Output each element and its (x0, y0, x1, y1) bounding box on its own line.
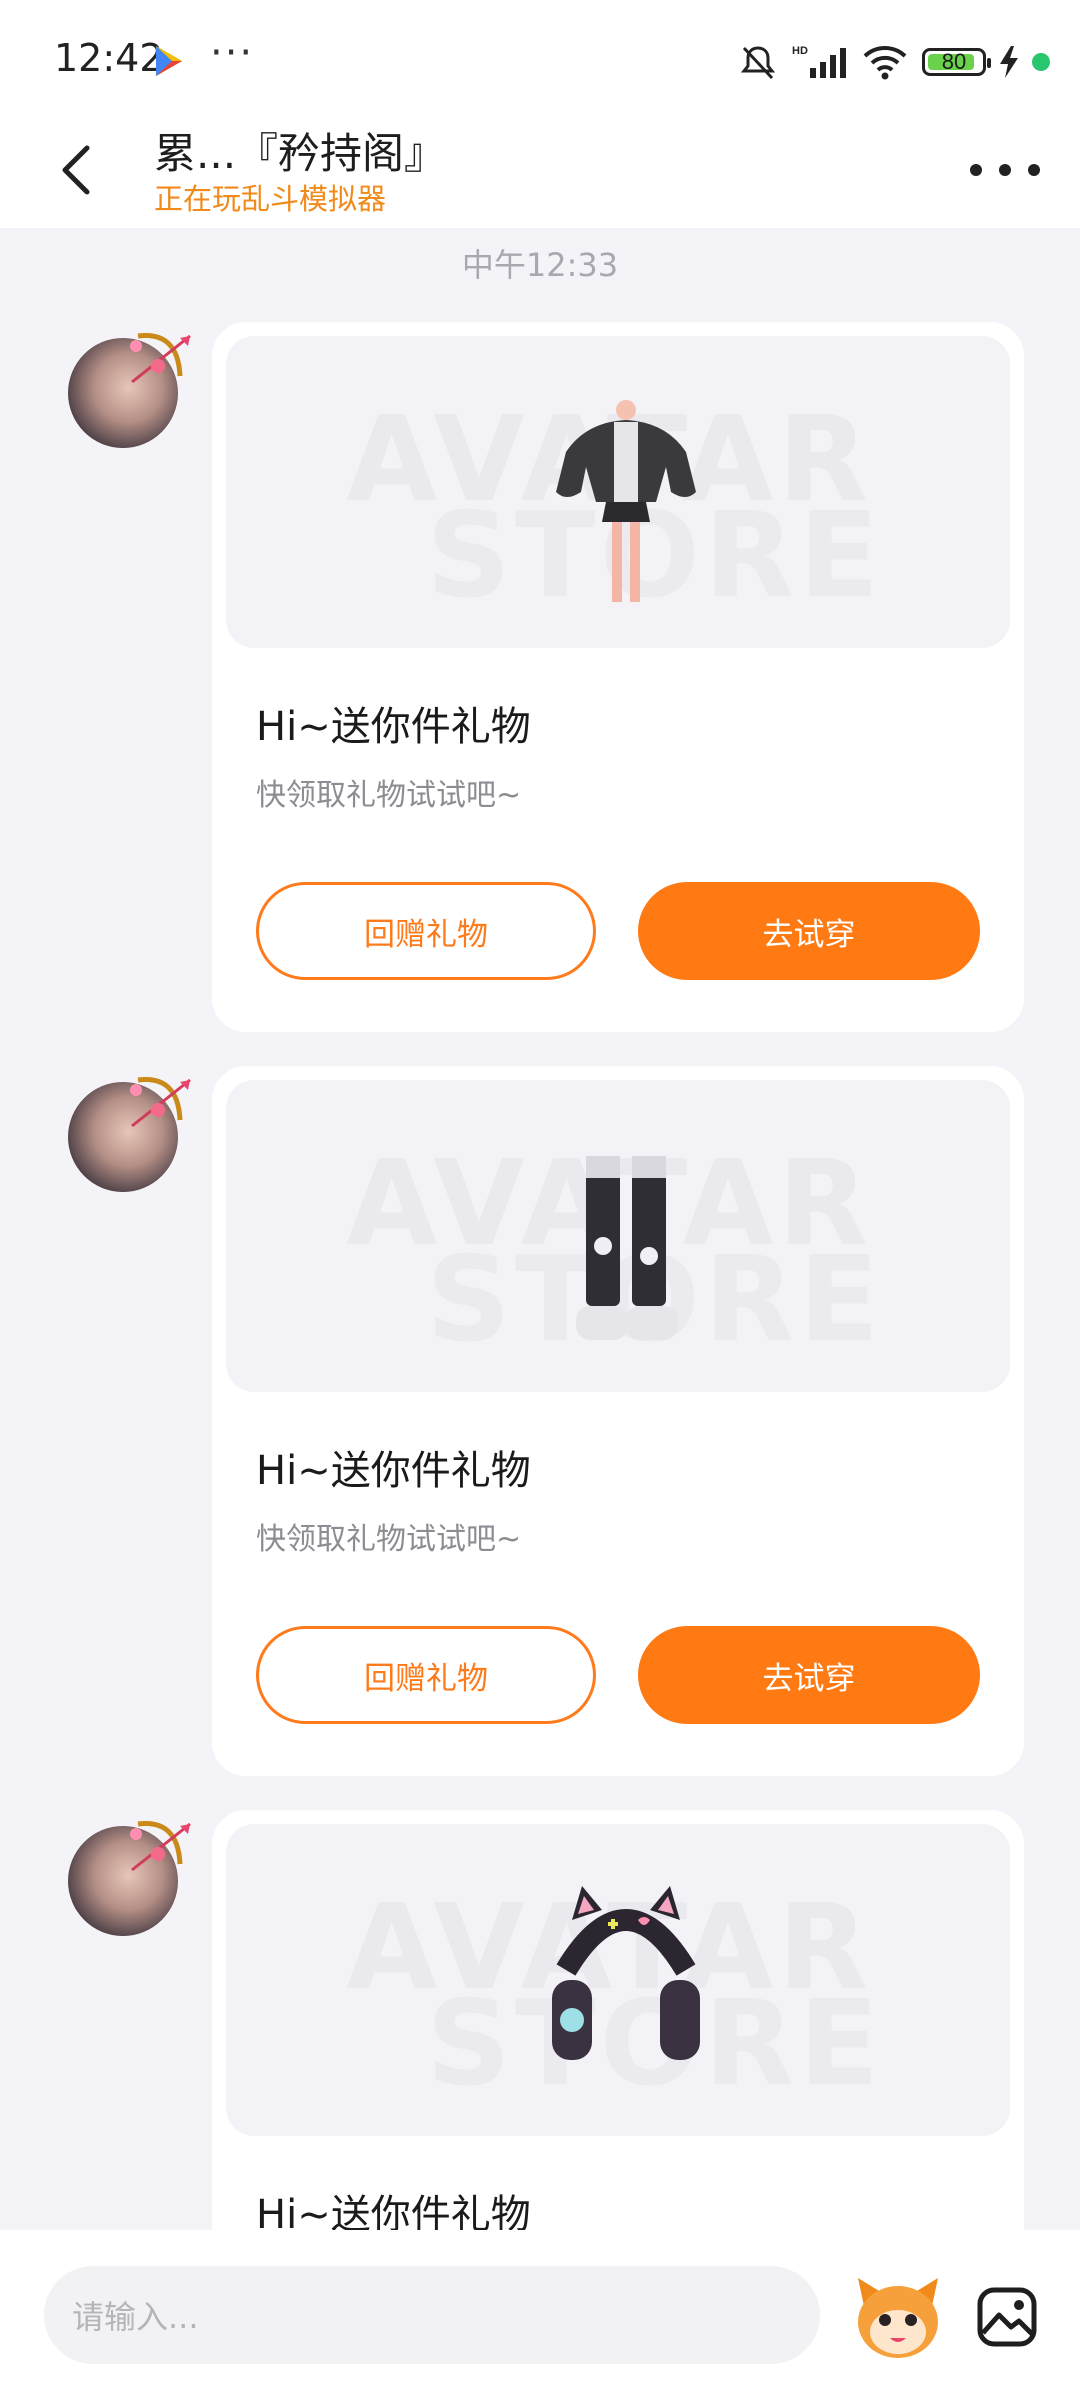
more-dot-icon (970, 164, 982, 176)
try-on-button[interactable]: 去试穿 (638, 1626, 980, 1724)
input-bar: 请输入... (0, 2230, 1080, 2400)
svg-text:HD: HD (792, 45, 808, 57)
image-icon (977, 2287, 1037, 2347)
gift-subtitle: 快领取礼物试试吧~ (256, 1522, 522, 1557)
mascot-emoji-button[interactable] (850, 2268, 946, 2364)
status-bar: 12:42 ··· HD 80 (0, 0, 1080, 120)
gift-title: Hi~送你件礼物 (256, 1448, 531, 1494)
cupid-bow-frame-icon (130, 1821, 191, 1872)
cat-ear-headphones-icon (552, 1886, 700, 2060)
gift-card[interactable]: AVATAR STORE Hi~送你件礼物 快领取礼物试试吧~ 回赠礼物 去试穿 (212, 1066, 1024, 1776)
image-picker-button[interactable] (964, 2274, 1050, 2360)
gift-card[interactable]: AVATAR STORE Hi~送你件礼物 (212, 1810, 1024, 2230)
message-list[interactable]: 中午12:33 AVATAR STORE (0, 228, 1080, 2230)
more-dots-icon: ··· (210, 30, 255, 76)
status-time: 12:42 (54, 36, 164, 80)
message-timestamp: 中午12:33 (461, 246, 619, 284)
chat-header: 累...『矜持阁』 正在玩乱斗模拟器 (0, 120, 1080, 228)
more-options-button[interactable] (970, 150, 1040, 190)
privacy-indicator-dot (1032, 53, 1050, 71)
gift-subtitle: 快领取礼物试试吧~ (256, 778, 522, 813)
cupid-bow-frame-icon (130, 1077, 191, 1128)
gift-preview[interactable]: AVATAR STORE (226, 336, 1010, 648)
play-store-icon (156, 46, 182, 76)
gift-card[interactable]: AVATAR STORE Hi~送你件礼物 快领取礼物试试吧~ 回赠礼物 去试穿 (212, 322, 1024, 1032)
more-dot-icon (999, 164, 1011, 176)
avatar[interactable] (68, 1077, 191, 1192)
gift-preview[interactable]: AVATAR STORE (226, 1080, 1010, 1392)
try-on-button[interactable]: 去试穿 (638, 882, 980, 980)
back-button[interactable] (46, 130, 106, 210)
gift-title: Hi~送你件礼物 (256, 2192, 531, 2230)
chevron-left-icon (62, 145, 90, 195)
system-icons: HD 80 (738, 40, 1050, 84)
cupid-bow-frame-icon (130, 333, 191, 384)
chat-status: 正在玩乱斗模拟器 (154, 182, 387, 216)
boots-icon (576, 1156, 678, 1340)
chat-title[interactable]: 累...『矜持阁』 (154, 120, 446, 181)
message-input[interactable]: 请输入... (44, 2266, 820, 2364)
battery-level: 80 (941, 49, 967, 74)
gift-preview[interactable]: AVATAR STORE (226, 1824, 1010, 2136)
return-gift-button[interactable]: 回赠礼物 (256, 1626, 596, 1724)
mute-icon (740, 46, 776, 80)
battery-icon: 80 (922, 48, 991, 76)
hd-signal-icon: HD (792, 45, 846, 78)
more-dot-icon (1028, 164, 1040, 176)
gift-title: Hi~送你件礼物 (256, 704, 531, 750)
return-gift-button[interactable]: 回赠礼物 (256, 882, 596, 980)
avatar[interactable] (68, 1821, 191, 1936)
charging-icon (1000, 46, 1018, 78)
jacket-outfit-icon (556, 400, 696, 602)
wifi-icon (863, 46, 907, 80)
avatar[interactable] (68, 333, 191, 448)
